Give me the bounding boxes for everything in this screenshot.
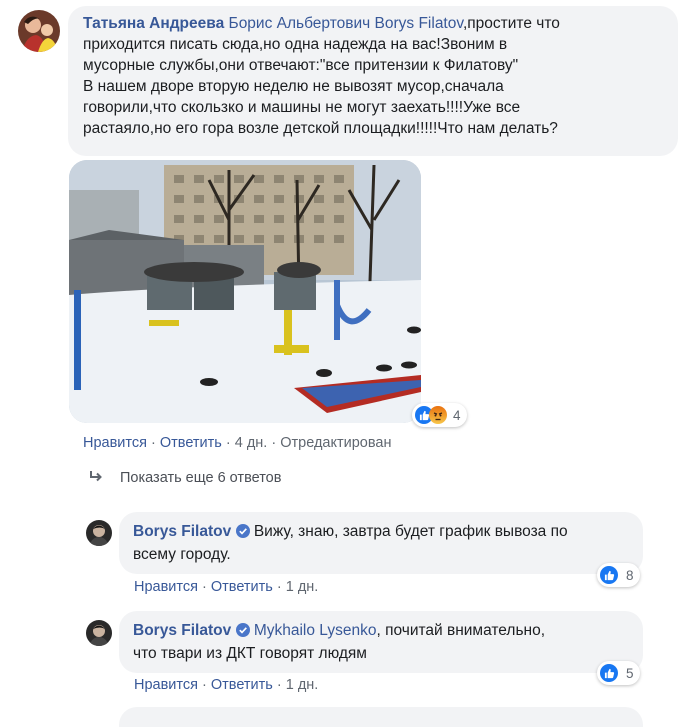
reply-text-line: , почитай внимательно, [376, 622, 546, 639]
reply-text-line: всему городу. [133, 546, 231, 563]
timestamp[interactable]: 1 дн. [286, 677, 319, 693]
comment-text-main: Татьяна Андреева Борис Альбертович Borys… [83, 13, 673, 139]
reactions-summary[interactable]: 4 [412, 403, 467, 427]
like-link[interactable]: Нравится [134, 579, 198, 595]
like-reaction-icon [600, 566, 618, 584]
reactions-summary[interactable]: 5 [597, 661, 640, 685]
verified-badge-icon [235, 622, 250, 643]
reply-arrow-icon [88, 469, 108, 487]
reply-link[interactable]: Ответить [160, 435, 222, 451]
like-reaction-icon [600, 664, 618, 682]
comment-text-line: говорили,что скользко и машины не могут … [83, 99, 521, 116]
reply-actions: Нравится · Ответить · 1 дн. [134, 677, 319, 693]
comment-actions-main: Нравится · Ответить · 4 дн. · Отредактир… [83, 435, 392, 451]
reactions-summary[interactable]: 8 [597, 563, 640, 587]
reply-text-line: что твари из ДКТ говорят людям [133, 645, 367, 662]
avatar-tatiana[interactable] [18, 10, 60, 52]
comment-author[interactable]: Татьяна Андреева [83, 15, 224, 32]
reply-author[interactable]: Borys Filatov [133, 622, 231, 639]
angry-reaction-icon [429, 406, 447, 424]
show-more-label[interactable]: Показать еще 6 ответов [120, 470, 281, 486]
comment-photo[interactable] [69, 160, 421, 423]
reply-text: Borys Filatov Mykhailo Lysenko, почитай … [133, 620, 638, 664]
reactions-count: 5 [626, 665, 634, 681]
show-more-replies[interactable]: Показать еще 6 ответов [88, 469, 281, 487]
reply-text: Borys Filatov Вижу, знаю, завтра будет г… [133, 521, 638, 565]
like-link[interactable]: Нравится [83, 435, 147, 451]
reply-text-line: Вижу, знаю, завтра будет график вывоза п… [253, 523, 568, 540]
reply-link[interactable]: Ответить [211, 677, 273, 693]
timestamp[interactable]: 4 дн. [235, 435, 268, 451]
reactions-count: 4 [453, 407, 461, 423]
comment-text-line: приходится писать сюда,но одна надежда н… [83, 36, 508, 53]
comment-text-line: растаяло,но его гора возле детской площа… [83, 120, 558, 137]
avatar-filatov[interactable] [86, 620, 112, 646]
avatar-filatov[interactable] [86, 520, 112, 546]
reply-link[interactable]: Ответить [211, 579, 273, 595]
verified-badge-icon [235, 523, 250, 544]
comment-text-line: В нашем дворе вторую неделю не вывозят м… [83, 78, 504, 95]
mention-link[interactable]: Mykhailo Lysenko [254, 622, 377, 639]
mention-link[interactable]: Борис Альбертович [229, 15, 371, 32]
reply-author[interactable]: Borys Filatov [133, 523, 231, 540]
comment-text-line: мусорные службы,они отвечают:"все притен… [83, 57, 519, 74]
next-reply-bubble [119, 707, 643, 727]
timestamp[interactable]: 1 дн. [286, 579, 319, 595]
mention-link[interactable]: Borys Filatov [375, 15, 463, 32]
comment-text-line: ,простите что [462, 15, 560, 32]
like-link[interactable]: Нравится [134, 677, 198, 693]
reactions-count: 8 [626, 567, 634, 583]
reply-actions: Нравится · Ответить · 1 дн. [134, 579, 319, 595]
edited-label[interactable]: Отредактирован [280, 435, 391, 451]
